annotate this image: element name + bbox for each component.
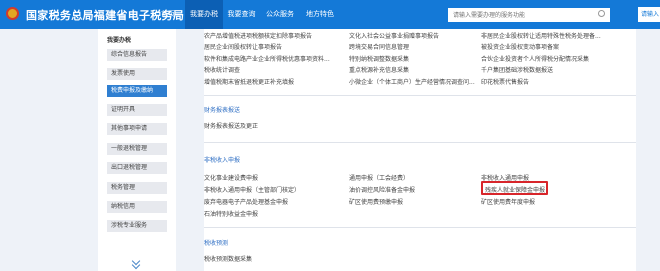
list-item[interactable]: 印花税票代售报告 xyxy=(481,77,529,86)
list-item[interactable]: 千户集团基础涉税数据报送 xyxy=(481,65,553,74)
list-item[interactable]: 被投资企业股权变动事项备案 xyxy=(481,42,559,51)
list-item[interactable]: 石油特别收益金申报 xyxy=(204,209,258,218)
nav-home[interactable]: 首页 xyxy=(151,0,185,29)
highlight-box xyxy=(481,181,548,195)
list-item[interactable]: 重点税源补充信息采集 xyxy=(349,65,409,74)
tax-emblem-icon xyxy=(6,7,19,20)
list-item[interactable]: 通用申报（工会经费） xyxy=(349,173,409,182)
list-item[interactable]: 油价调控风险准备金申报 xyxy=(349,185,415,194)
nav-public-service[interactable]: 公众服务 xyxy=(260,0,300,29)
sidebar-item-export-refund[interactable]: 出口退税管理 xyxy=(107,162,167,174)
sidebar-item-invoice[interactable]: 发票使用 xyxy=(107,68,167,80)
list-item[interactable]: 税收预测数据采集 xyxy=(204,254,252,263)
list-item[interactable]: 废弃电器电子产品处理基金申报 xyxy=(204,197,288,206)
sidebar: 我要办税 综合信息报告 发票使用 税费申报及缴纳 证明开具 其他事项申请 一般退… xyxy=(98,29,176,271)
main-panel: 农产品增值税进项税额核定扣除事项报告 文化入社会公益事业捐赠事项报告 非居民企业… xyxy=(204,29,636,271)
list-item[interactable]: 跨境交易合同信息管理 xyxy=(349,42,409,51)
section-title-forecast: 税收预测 xyxy=(204,240,229,247)
list-item[interactable]: 非税收入通用申报（主管部门核定） xyxy=(204,185,300,194)
list-item[interactable]: 财务报表报送及更正 xyxy=(204,121,258,130)
section-title-nontax: 非税收入申报 xyxy=(204,157,241,164)
list-item[interactable]: 矿区使用费预缴申报 xyxy=(349,197,403,206)
list-item[interactable]: 增值税期末留抵退税更正补充填报 xyxy=(204,77,294,86)
sidebar-item-declaration[interactable]: 税费申报及缴纳 xyxy=(107,85,167,97)
list-item[interactable]: 小微企业（个体工商户）生产经营情况调查问... xyxy=(349,77,475,86)
list-item[interactable]: 特别纳税调整数据采集 xyxy=(349,54,409,63)
list-item[interactable]: 文化入社会公益事业捐赠事项报告 xyxy=(349,31,439,40)
list-item[interactable]: 合伙企业投资者个人所得税分配情况采集 xyxy=(481,54,589,63)
login-link[interactable]: 请输入 xyxy=(638,7,660,22)
list-item[interactable]: 居民企业间股权转让事项报告 xyxy=(204,42,282,51)
sidebar-item-tax-management[interactable]: 税务管理 xyxy=(107,182,167,194)
divider xyxy=(204,95,636,96)
list-item[interactable]: 矿区使用费年度申报 xyxy=(481,197,535,206)
list-item[interactable]: 非居民企业股权转让适用特殊性税务处理备... xyxy=(481,31,601,40)
sidebar-title: 我要办税 xyxy=(107,37,132,44)
list-item[interactable]: 农产品增值税进项税额核定扣除事项报告 xyxy=(204,31,312,40)
sidebar-item-certificate[interactable]: 证明开具 xyxy=(107,104,167,116)
list-item[interactable]: 文化事业建设费申报 xyxy=(204,173,258,182)
nav-local-features[interactable]: 地方特色 xyxy=(300,0,340,29)
expand-more-icon[interactable] xyxy=(132,265,141,269)
sidebar-item-refund[interactable]: 一般退税管理 xyxy=(107,143,167,155)
sidebar-item-professional[interactable]: 涉税专业服务 xyxy=(107,220,167,232)
list-item[interactable]: 税收统计调查 xyxy=(204,65,240,74)
divider xyxy=(204,142,636,143)
search-icon[interactable] xyxy=(598,10,605,17)
top-header: 国家税务总局福建省电子税务局 首页 我要办税 我要查询 公众服务 地方特色 请输… xyxy=(0,0,660,29)
sidebar-item-info-report[interactable]: 综合信息报告 xyxy=(107,49,167,61)
nav-query[interactable]: 我要查询 xyxy=(223,0,260,29)
sidebar-item-credit[interactable]: 纳税信用 xyxy=(107,201,167,213)
sidebar-item-other-apply[interactable]: 其他事项申请 xyxy=(107,123,167,135)
list-item[interactable]: 软件和集成电路产业企业所得税优惠事项资料... xyxy=(204,54,330,63)
nav-do-tax[interactable]: 我要办税 xyxy=(185,0,223,29)
divider xyxy=(204,227,636,228)
search-input[interactable] xyxy=(448,8,610,22)
section-title-financial: 财务报表报送 xyxy=(204,107,241,114)
